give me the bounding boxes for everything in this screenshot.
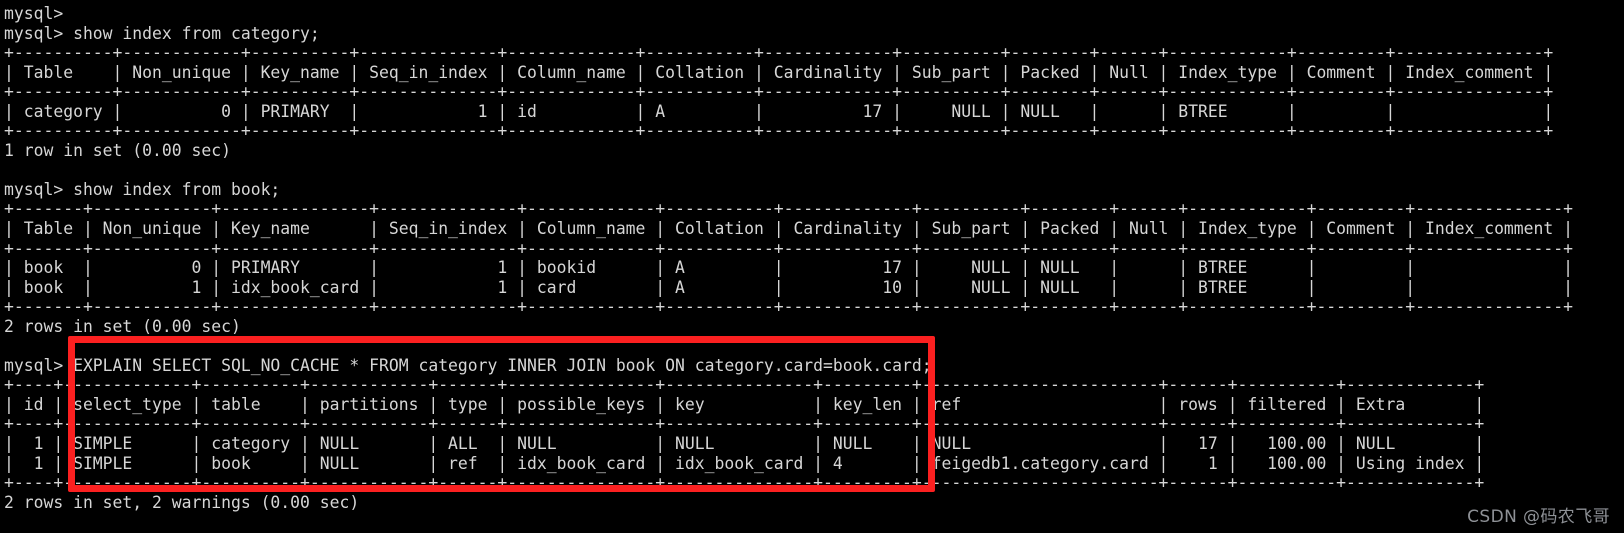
terminal-screenshot: mysql> mysql> show index from category; … <box>0 0 1624 533</box>
terminal-window[interactable]: mysql> mysql> show index from category; … <box>0 0 1624 533</box>
csdn-watermark: CSDN @码农飞哥 <box>1467 507 1610 527</box>
terminal-output[interactable]: mysql> mysql> show index from category; … <box>4 4 1624 512</box>
